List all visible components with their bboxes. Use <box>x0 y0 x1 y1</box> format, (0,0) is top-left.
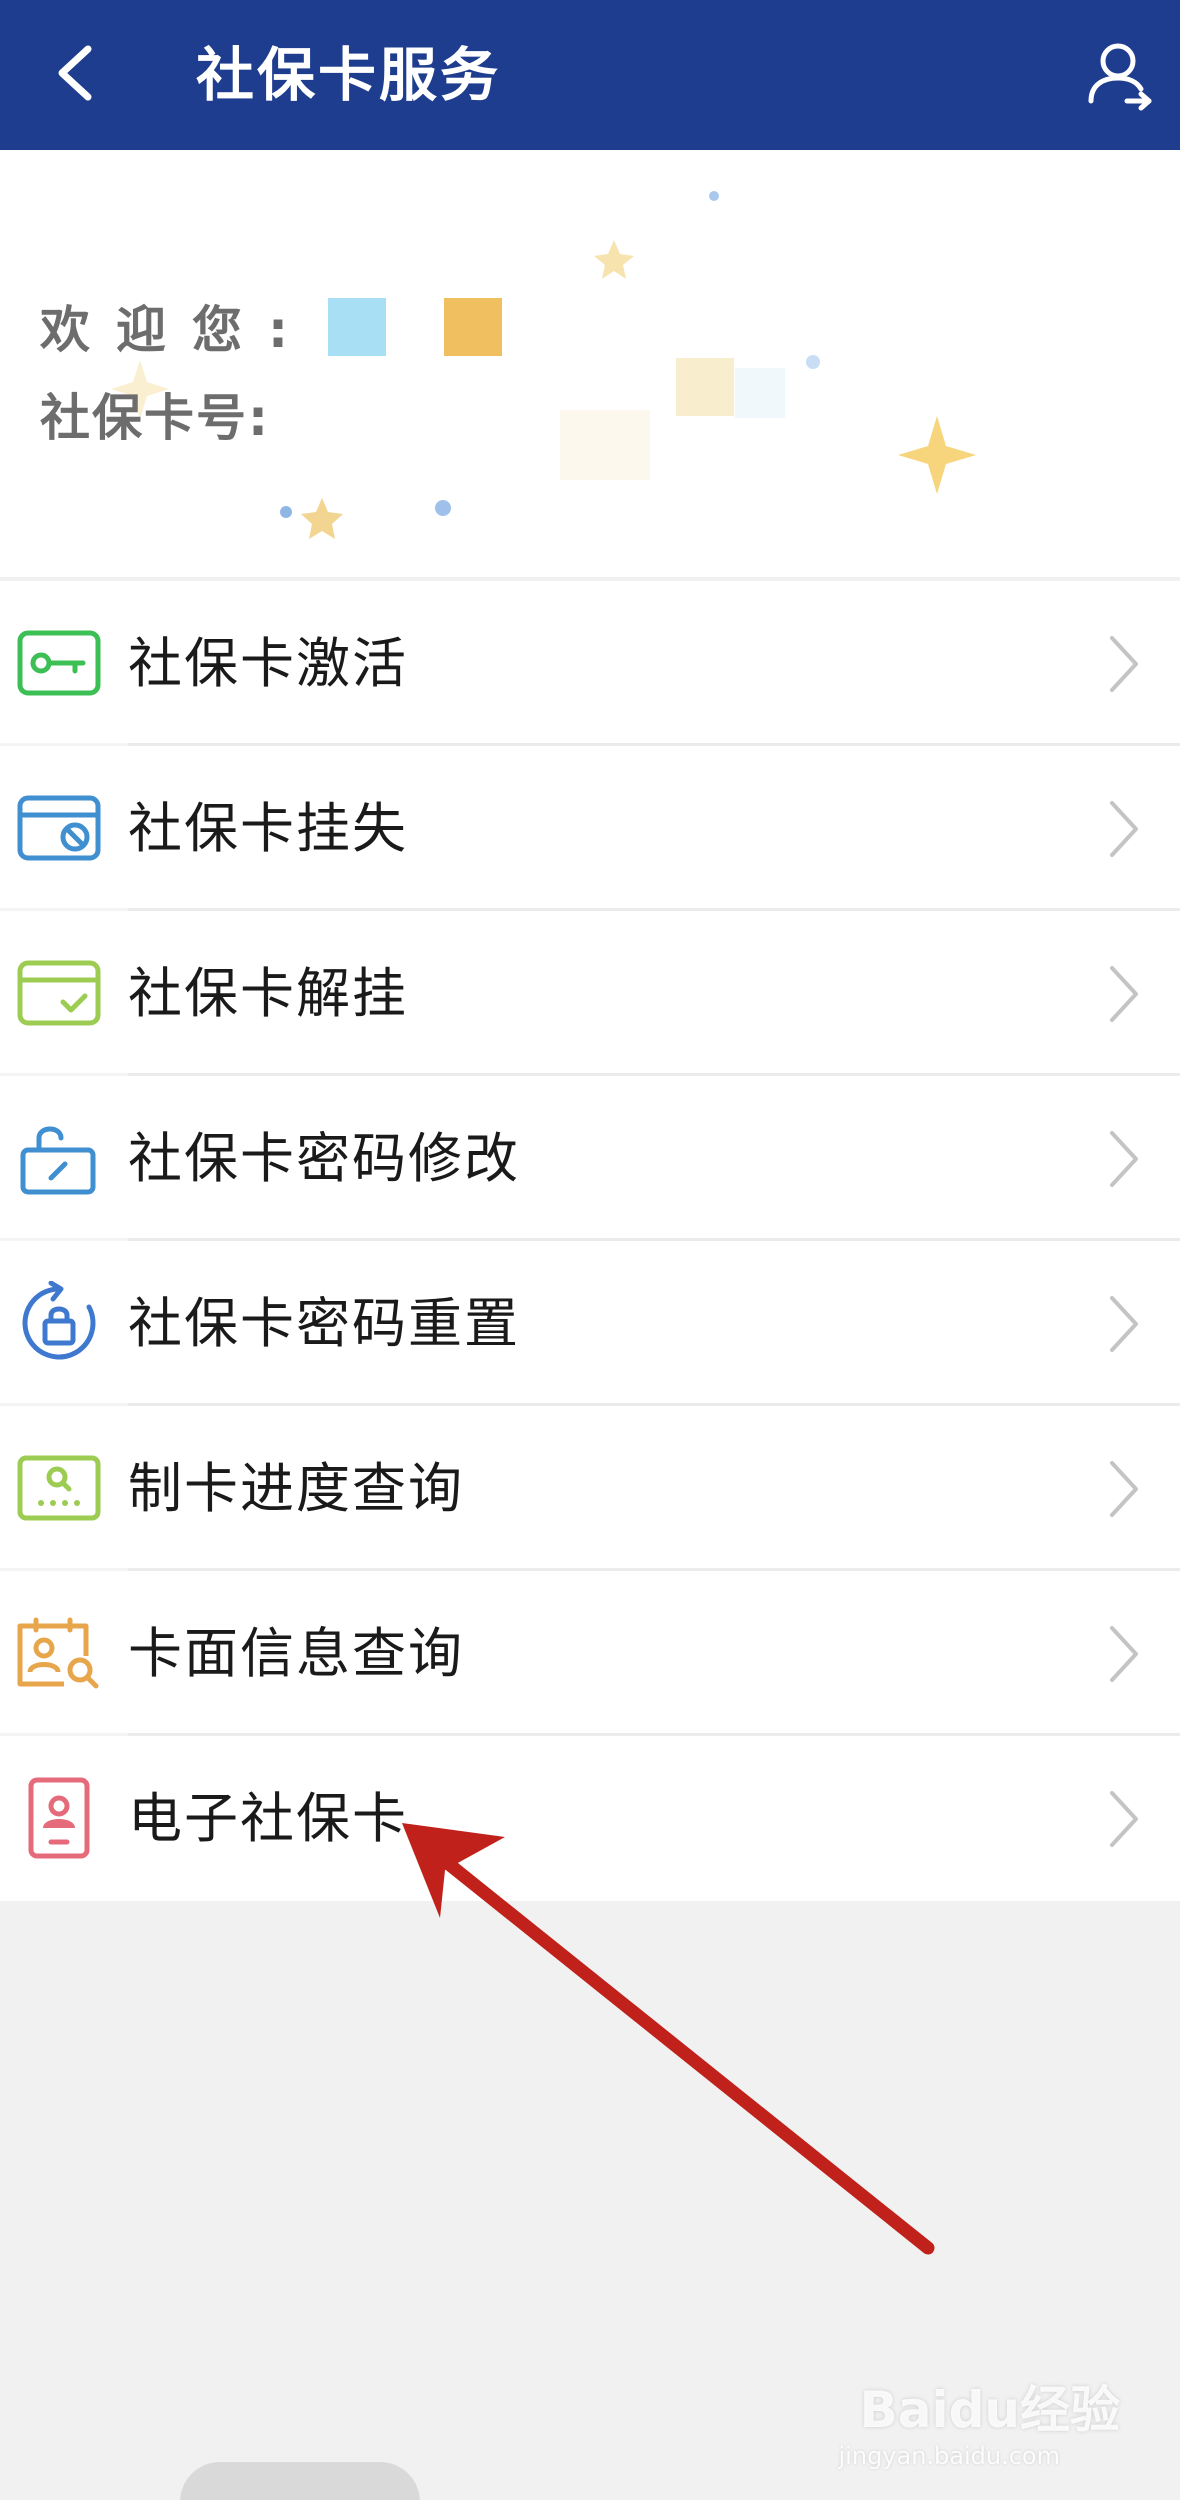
user-button[interactable] <box>1070 25 1170 125</box>
menu-item-label: 社保卡挂失 <box>128 797 408 860</box>
masked-name-block-orange <box>444 298 502 356</box>
card-key-icon <box>14 618 104 708</box>
app-header: 社保卡服务 <box>0 0 1180 150</box>
page-title: 社保卡服务 <box>196 41 502 109</box>
service-menu: 社保卡激活 社保卡挂失 社保卡解挂 社保卡密码修改 社保卡密码重置 制卡进度查询… <box>0 581 1180 1901</box>
chevron-right-icon <box>1094 796 1154 861</box>
menu-item-reset-password[interactable]: 社保卡密码重置 <box>0 1241 1180 1406</box>
card-face-search-icon <box>14 1608 104 1698</box>
lock-reset-icon <box>14 1278 104 1368</box>
menu-item-label: 电子社保卡 <box>128 1787 408 1850</box>
menu-item-change-password[interactable]: 社保卡密码修改 <box>0 1076 1180 1241</box>
card-number-label: 社保卡号: <box>40 389 270 447</box>
watermark-brand: Baidu经验 <box>859 2381 1120 2439</box>
menu-item-electronic-card[interactable]: 电子社保卡 <box>0 1736 1180 1901</box>
masked-name-block-blue <box>328 298 386 356</box>
menu-item-label: 社保卡解挂 <box>128 962 408 1025</box>
watermark-url: jingyan.baidu.com <box>838 2442 1060 2470</box>
chevron-right-icon <box>1094 631 1154 696</box>
card-search-progress-icon <box>14 1443 104 1533</box>
menu-item-label: 卡面信息查询 <box>128 1622 464 1685</box>
unlock-edit-icon <box>14 1113 104 1203</box>
menu-item-label: 社保卡激活 <box>128 632 408 695</box>
chevron-right-icon <box>1094 1786 1154 1851</box>
sparkle-decoration <box>111 191 976 539</box>
welcome-card: 欢迎您: 社保卡号: <box>0 150 1180 577</box>
user-icon <box>1088 43 1152 111</box>
menu-item-unblock[interactable]: 社保卡解挂 <box>0 911 1180 1076</box>
chevron-right-icon <box>1094 1621 1154 1686</box>
menu-item-activate[interactable]: 社保卡激活 <box>0 581 1180 746</box>
chevron-right-icon <box>1094 1126 1154 1191</box>
back-button[interactable] <box>30 28 120 118</box>
chevron-right-icon <box>1094 961 1154 1026</box>
menu-item-report-loss[interactable]: 社保卡挂失 <box>0 746 1180 911</box>
card-check-icon <box>14 948 104 1038</box>
menu-item-label: 制卡进度查询 <box>128 1457 464 1520</box>
chevron-right-icon <box>1094 1456 1154 1521</box>
menu-item-label: 社保卡密码修改 <box>128 1127 520 1190</box>
bottom-tab-pill[interactable] <box>180 2462 420 2500</box>
chevron-left-icon <box>58 45 92 101</box>
welcome-greeting: 欢迎您: <box>40 301 314 359</box>
id-card-icon <box>14 1773 104 1863</box>
card-block-icon <box>14 783 104 873</box>
menu-item-label: 社保卡密码重置 <box>128 1292 520 1355</box>
menu-item-production-progress[interactable]: 制卡进度查询 <box>0 1406 1180 1571</box>
chevron-right-icon <box>1094 1291 1154 1356</box>
menu-item-card-face-info[interactable]: 卡面信息查询 <box>0 1571 1180 1736</box>
